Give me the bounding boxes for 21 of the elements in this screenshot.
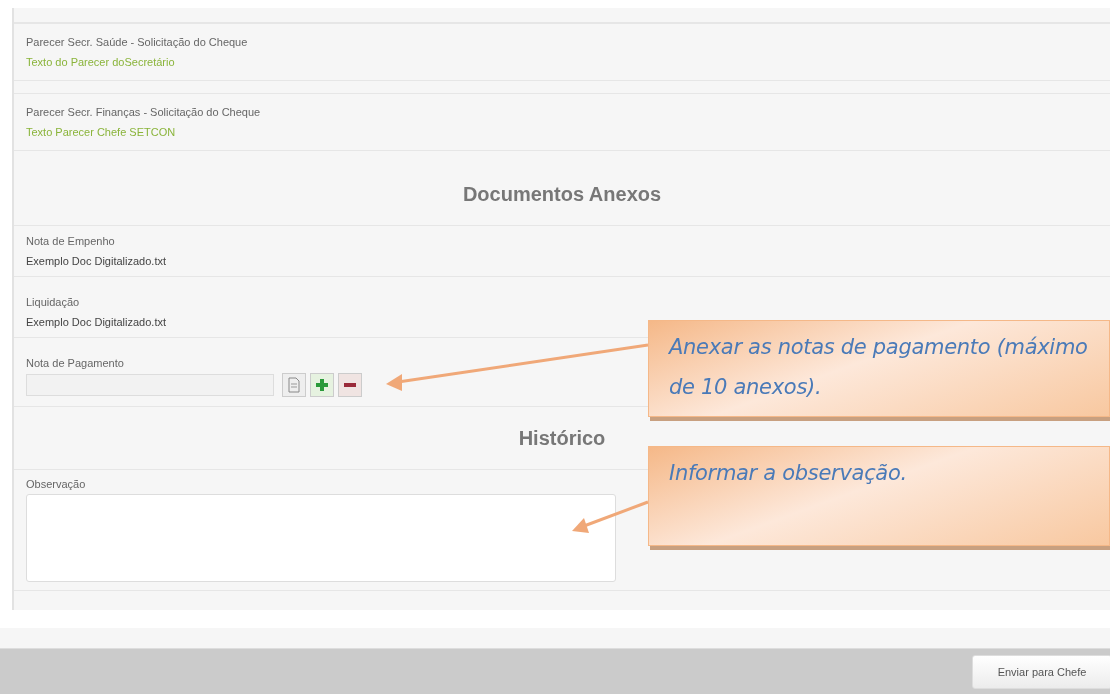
document-icon	[287, 377, 301, 393]
section-heading: Histórico	[518, 426, 606, 450]
file-name: Exemplo Doc Digitalizado.txt	[26, 316, 167, 328]
opinion-text: Texto Parecer Chefe SETCON	[26, 126, 177, 138]
field-label: Parecer Secr. Finanças - Solicitação do Cheque	[26, 106, 262, 118]
plus-icon	[315, 378, 329, 392]
add-button[interactable]	[310, 373, 334, 397]
minus-icon	[343, 382, 357, 388]
file-input[interactable]	[26, 374, 274, 396]
field-label: Parecer Secr. Saúde - Solicitação do Cheque	[26, 36, 249, 48]
send-button[interactable]: Enviar para Chefe	[972, 654, 1110, 689]
observation-field[interactable]	[26, 494, 616, 582]
browse-button[interactable]	[282, 373, 306, 397]
opinion-text: Texto do Parecer doSecretário	[26, 56, 176, 68]
remove-button[interactable]	[338, 373, 362, 397]
field-label: Nota de Pagamento	[26, 357, 125, 369]
file-name: Exemplo Doc Digitalizado.txt	[26, 255, 167, 267]
section-heading: Documentos Anexos	[462, 182, 662, 206]
field-label: Liquidação	[26, 296, 81, 308]
field-label: Observação	[26, 478, 87, 490]
field-label: Nota de Empenho	[26, 235, 116, 247]
